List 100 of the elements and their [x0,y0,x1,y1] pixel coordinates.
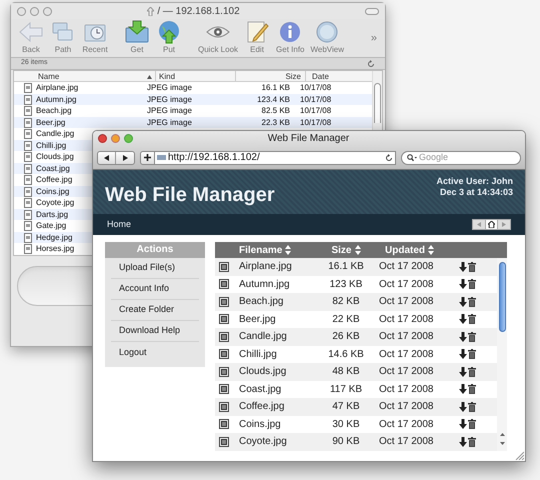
trash-icon[interactable] [468,262,476,272]
column-header[interactable]: Size [331,242,352,258]
add-bookmark-button[interactable] [140,150,155,164]
toolbar-button[interactable]: Path [47,20,79,56]
download-arrow-icon[interactable] [459,279,467,290]
trash-icon[interactable] [468,296,476,307]
file-size: 26 KB [331,330,361,344]
close-button[interactable] [98,134,107,143]
action-link[interactable]: Logout [111,346,147,360]
file-name[interactable]: Horses.jpg [36,243,74,255]
file-name[interactable]: Coyote.jpg [235,434,321,450]
trash-icon[interactable] [468,436,476,447]
trash-icon[interactable] [468,349,476,360]
file-name[interactable]: Beer.jpg [36,116,66,128]
file-name[interactable]: Coins.jpg [235,416,321,432]
image-file-icon [219,436,229,447]
trash-icon[interactable] [468,419,476,430]
plus-icon [144,154,151,161]
file-name[interactable]: Clouds.jpg [235,364,321,380]
action-link[interactable]: Create Folder [111,303,174,317]
file-name[interactable]: Coffee.jpg [36,174,72,186]
toolbar-button[interactable]: WebView [308,20,347,56]
search-icon [407,154,417,162]
image-file-icon [219,349,229,360]
file-date: Oct 17 2008 [378,348,434,362]
home-link[interactable]: Home [107,218,132,232]
image-file-icon [219,366,229,377]
file-size: 30 KB [331,418,361,432]
download-arrow-icon[interactable] [459,314,467,324]
file-name[interactable]: Beach.jpg [36,105,72,117]
address-field[interactable]: http://192.168.1.102/ [155,150,396,164]
file-size: 117 KB [328,382,364,397]
file-name[interactable]: Coast.jpg [36,162,70,174]
file-date: Oct 17 2008 [378,382,434,397]
column-header[interactable]: Filename [239,242,282,258]
minimize-button[interactable] [111,134,120,143]
action-link[interactable]: Account Info [111,282,170,296]
file-name[interactable]: Coast.jpg [235,382,321,397]
file-kind: JPEG image [146,105,193,117]
file-name[interactable]: Autumn.jpg [235,276,321,292]
file-name[interactable]: Autumn.jpg [36,94,76,106]
trash-icon[interactable] [468,366,476,377]
action-link[interactable]: Upload File(s) [111,261,176,275]
scrollbar[interactable] [497,258,507,450]
toolbar-button[interactable]: Edit [241,20,274,56]
trash-icon[interactable] [468,279,476,290]
file-name[interactable]: Darts.jpg [36,208,68,220]
file-date: Oct 17 2008 [378,400,434,414]
column-header[interactable]: Date [306,71,366,83]
file-name[interactable]: Coyote.jpg [36,197,74,209]
toolbar-overflow-button[interactable]: » [370,30,381,46]
download-arrow-icon[interactable] [459,384,467,394]
toolbar-button[interactable]: Get Info [273,20,308,56]
trash-icon[interactable] [468,332,476,342]
toolbar-button[interactable]: Back [15,20,47,56]
download-icon [124,20,150,44]
download-arrow-icon[interactable] [459,419,467,430]
toolbar-button[interactable]: Get [121,20,153,56]
file-size: 82 KB [331,295,361,310]
file-name[interactable]: Beach.jpg [235,294,321,310]
trash-icon[interactable] [468,314,476,324]
file-name[interactable]: Beer.jpg [235,312,321,327]
file-name[interactable]: Coffee.jpg [235,399,321,414]
file-name[interactable]: Candle.jpg [235,329,321,344]
file-name[interactable]: Airplane.jpg [235,259,321,274]
file-name[interactable]: Chilli.jpg [36,140,66,152]
file-date: Oct 17 2008 [378,330,434,344]
toolbar-button[interactable]: Recent [79,20,111,56]
file-name[interactable]: Candle.jpg [36,128,74,140]
download-arrow-icon[interactable] [459,262,467,272]
active-user: Active User: John [436,176,513,187]
file-name[interactable]: Coins.jpg [36,186,70,198]
image-file-icon [219,384,229,394]
toolbar-button[interactable]: Put [153,20,185,56]
file-date: Oct 17 2008 [378,278,434,292]
date-time: Dec 3 at 14:34:03 [440,187,513,198]
download-arrow-icon[interactable] [459,296,467,307]
download-arrow-icon[interactable] [459,349,467,360]
download-arrow-icon[interactable] [459,402,467,412]
trash-icon[interactable] [468,402,476,412]
file-name[interactable]: Clouds.jpg [36,151,74,163]
file-name[interactable]: Gate.jpg [36,220,66,232]
back-icon [104,154,109,160]
download-arrow-icon[interactable] [459,436,467,447]
action-link[interactable]: Download Help [111,324,180,338]
column-header[interactable]: Updated [385,242,425,258]
download-arrow-icon[interactable] [459,366,467,377]
home-button[interactable] [485,220,498,229]
trash-icon[interactable] [468,384,476,394]
download-arrow-icon[interactable] [459,332,467,342]
resize-grip-icon[interactable] [515,451,524,460]
file-kind: JPEG image [146,116,193,128]
file-name[interactable]: Hedge.jpg [36,232,72,244]
site-icon [157,154,166,161]
image-file-icon [219,402,229,412]
file-name[interactable]: Chilli.jpg [235,346,321,362]
image-file-icon [219,419,229,430]
file-name[interactable]: Airplane.jpg [36,82,78,94]
toolbar-toggle-button[interactable] [365,8,379,14]
toolbar-button[interactable]: Quick Look [195,20,242,56]
